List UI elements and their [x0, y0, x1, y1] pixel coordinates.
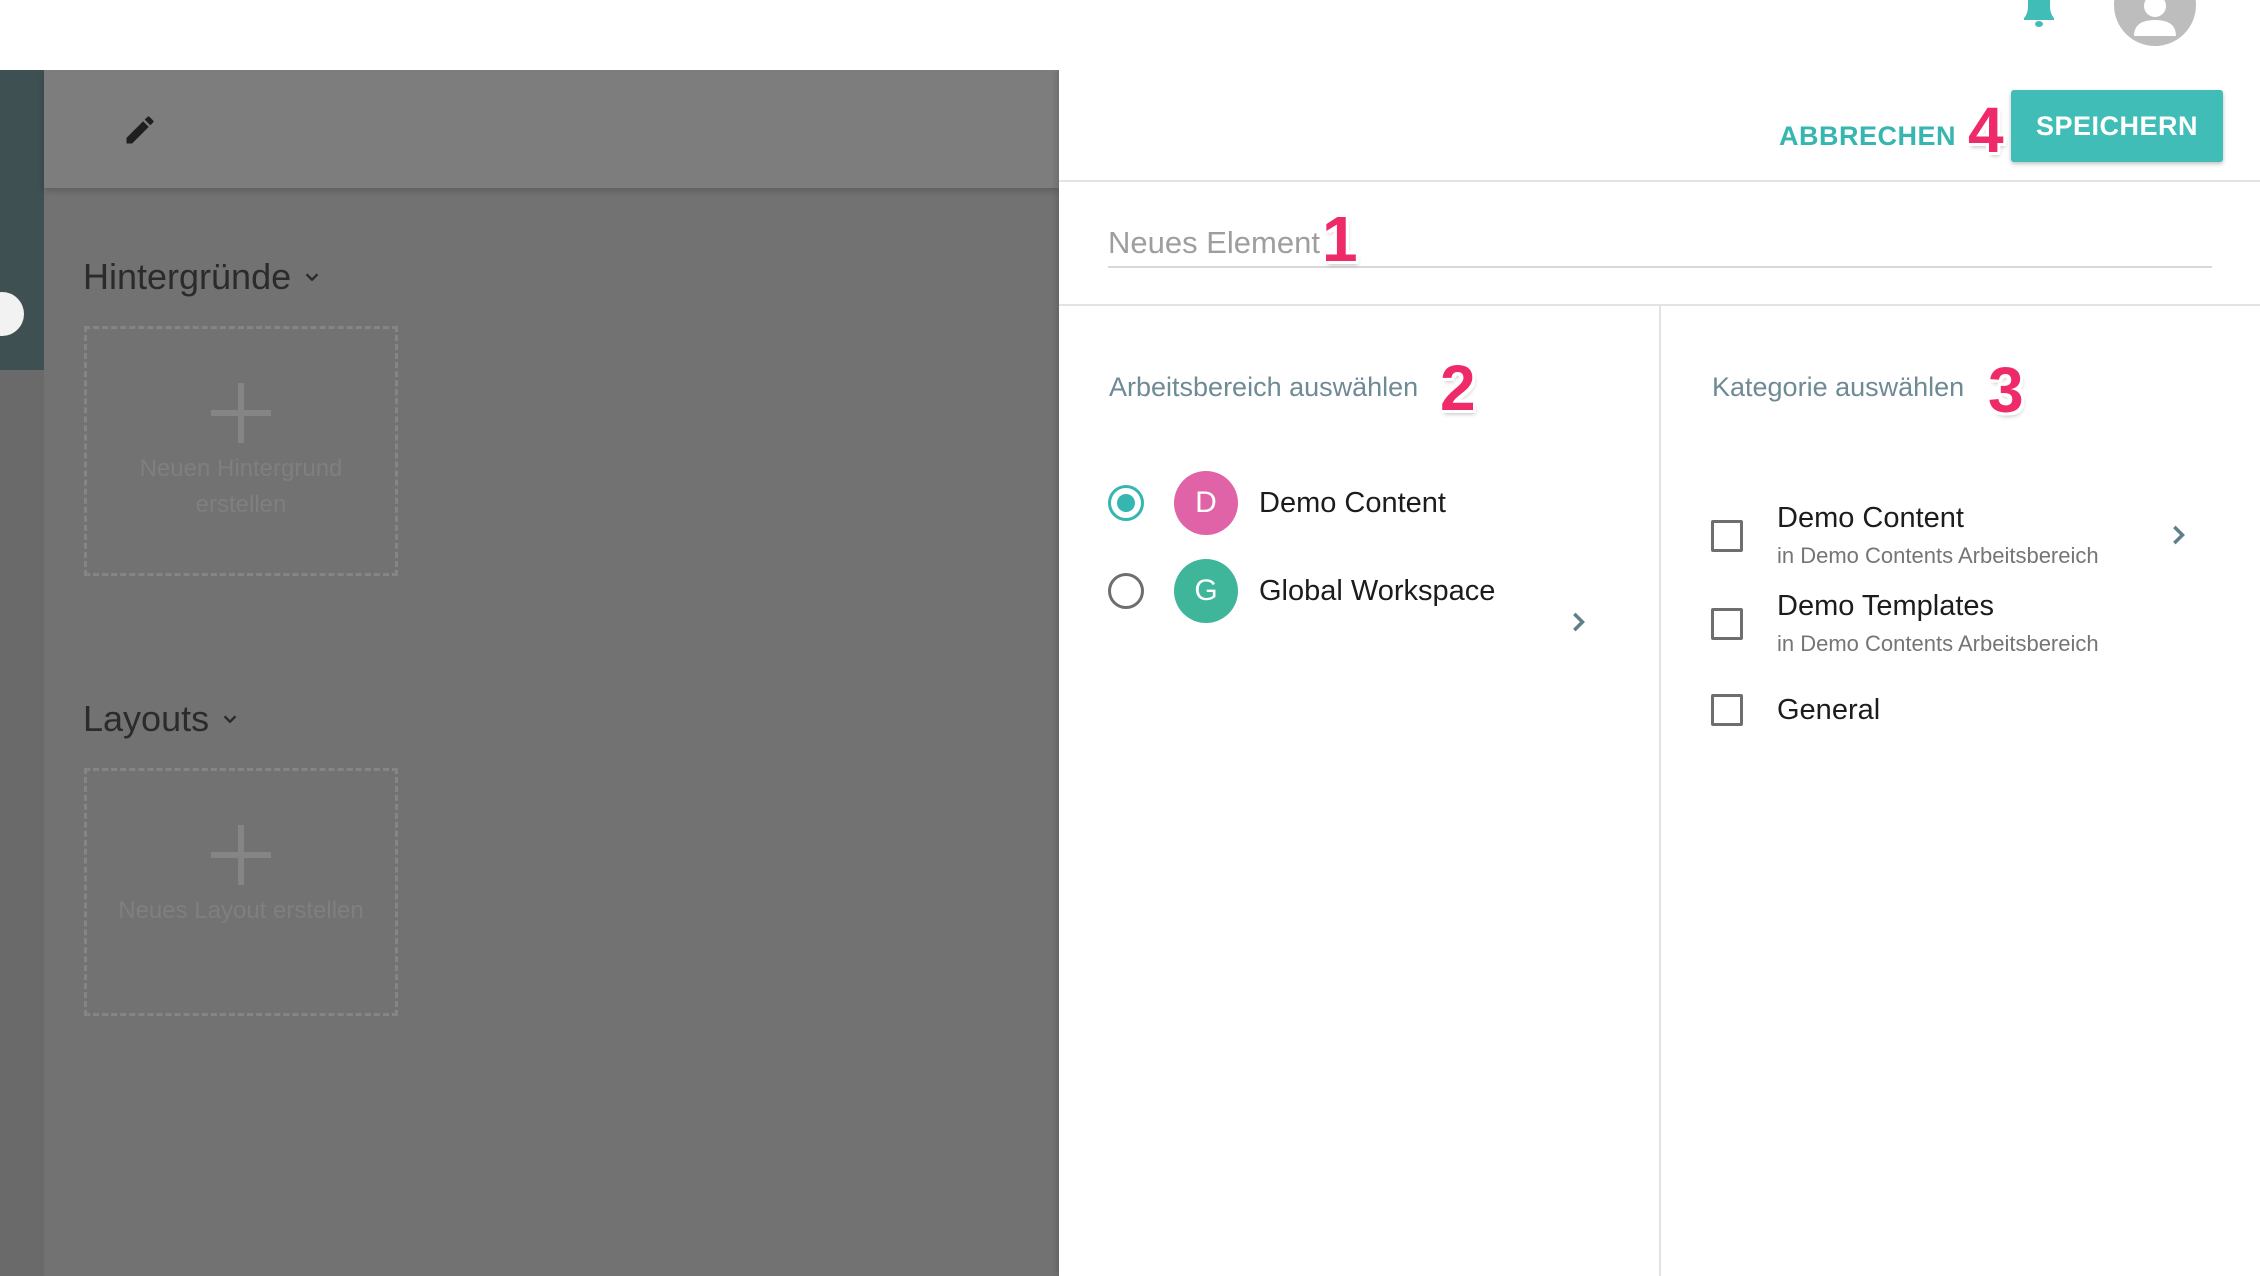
annotation-badge-3: 3: [1988, 354, 2024, 426]
chevron-right-icon[interactable]: [1565, 608, 1593, 636]
chevron-down-icon: [305, 273, 319, 282]
section-title-backgrounds[interactable]: Hintergründe: [83, 256, 323, 298]
section-title-label: Hintergründe: [83, 256, 292, 297]
pencil-icon[interactable]: [122, 112, 158, 148]
radio-selected[interactable]: [1108, 485, 1144, 521]
bell-icon[interactable]: [2024, 0, 2054, 30]
workspace-avatar: D: [1174, 471, 1238, 535]
category-name: General: [1777, 694, 1881, 726]
plus-icon: [211, 383, 271, 443]
top-app-bar: [0, 0, 2260, 70]
category-name: Demo Content: [1777, 502, 1964, 534]
annotation-badge-1: 1: [1322, 203, 1358, 275]
create-layout-card[interactable]: Neues Layout erstellen: [84, 768, 398, 1016]
category-item-demo-content[interactable]: Demo Content in Demo Contents Arbeitsber…: [1711, 502, 2221, 574]
section-title-label: Layouts: [83, 698, 210, 739]
annotation-badge-4: 4: [1968, 94, 2004, 166]
category-subtitle: in Demo Contents Arbeitsbereich: [1777, 543, 2099, 568]
plus-icon: [211, 825, 271, 885]
category-item-general[interactable]: General: [1711, 694, 2221, 734]
workspace-name: Demo Content: [1259, 486, 1446, 519]
radio-unselected[interactable]: [1108, 573, 1144, 609]
category-item-demo-templates[interactable]: Demo Templates in Demo Contents Arbeitsb…: [1711, 590, 2221, 662]
create-background-card[interactable]: Neuen Hintergrund erstellen: [84, 326, 398, 576]
new-element-panel: ABBRECHEN SPEICHERN Arbeitsbereich auswä…: [1059, 70, 2260, 1276]
category-subtitle: in Demo Contents Arbeitsbereich: [1777, 631, 2099, 656]
create-layout-label: Neues Layout erstellen: [118, 897, 364, 924]
element-name-input[interactable]: [1108, 220, 2212, 268]
category-name: Demo Templates: [1777, 590, 1995, 622]
checkbox[interactable]: [1711, 608, 1743, 640]
column-divider: [1659, 306, 1661, 1276]
workspace-item-demo-content[interactable]: D Demo Content: [1108, 467, 1648, 539]
background-content-overlay[interactable]: [0, 70, 1059, 1276]
workspace-avatar: G: [1174, 559, 1238, 623]
chevron-right-icon[interactable]: [2165, 521, 2193, 549]
panel-header: ABBRECHEN SPEICHERN: [1059, 70, 2260, 182]
save-button[interactable]: SPEICHERN: [2011, 90, 2223, 162]
checkbox[interactable]: [1711, 520, 1743, 552]
account-icon[interactable]: [2114, 0, 2196, 46]
section-title-layouts[interactable]: Layouts: [83, 698, 241, 740]
workspace-name: Global Workspace: [1259, 574, 1496, 607]
checkbox[interactable]: [1711, 694, 1743, 726]
create-background-label: Neuen Hintergrund erstellen: [139, 455, 343, 518]
workspace-section-label: Arbeitsbereich auswählen: [1109, 372, 1419, 402]
category-section-label: Kategorie auswählen: [1712, 372, 1965, 402]
editor-toolbar: [44, 70, 1059, 188]
cancel-button[interactable]: ABBRECHEN: [1779, 110, 1956, 162]
chevron-down-icon: [223, 715, 237, 724]
radio-dot: [1117, 494, 1135, 512]
annotation-badge-2: 2: [1440, 352, 1476, 424]
